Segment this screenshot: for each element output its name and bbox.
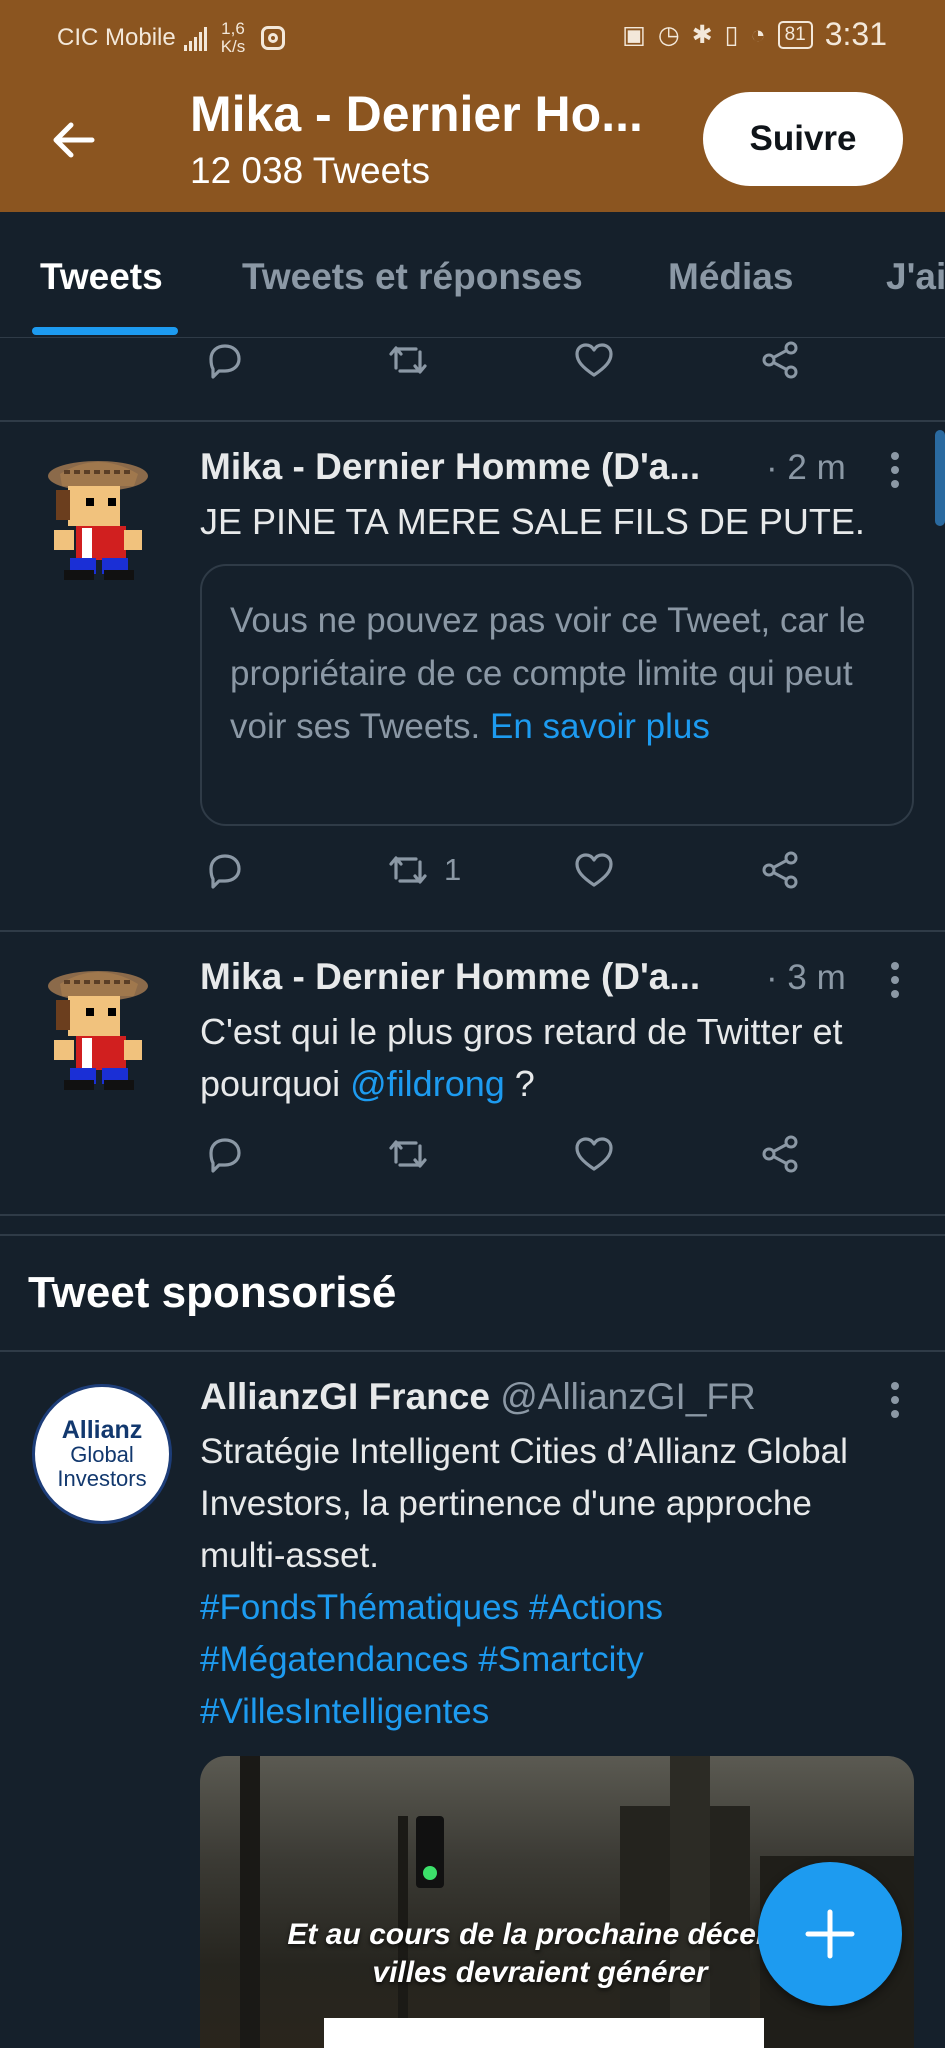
tweet-author[interactable]: Mika - Dernier Homme (D'a... — [200, 956, 740, 998]
retweet-count: 1 — [444, 852, 462, 887]
ad-author[interactable]: AllianzGI France @AllianzGI_FR — [200, 1376, 756, 1418]
share-icon — [762, 341, 798, 379]
share-icon — [762, 851, 798, 889]
share-button[interactable] — [758, 1132, 802, 1176]
speed-gauge-icon: ◔ — [750, 20, 766, 49]
tweet-text-tail: ? — [504, 1063, 535, 1104]
compose-tweet-button[interactable] — [758, 1862, 902, 2006]
retweet-icon — [389, 346, 427, 374]
more-icon[interactable] — [880, 960, 910, 1000]
learn-more-link[interactable]: En savoir plus — [490, 707, 710, 746]
like-icon — [575, 1137, 613, 1171]
instagram-icon — [261, 26, 286, 50]
like-icon — [575, 343, 613, 377]
hashtag-link[interactable]: #Mégatendances — [200, 1640, 469, 1679]
reply-button[interactable] — [203, 338, 247, 382]
tweet-time: · 2 m — [766, 448, 846, 487]
green-light — [423, 1866, 437, 1880]
video-progress-bar — [324, 2018, 764, 2048]
scrollbar[interactable] — [935, 430, 945, 526]
vibrate-icon: ▯ — [724, 20, 739, 49]
tweet-count: 12 038 Tweets — [190, 150, 430, 191]
network-speed: 1,6 K/s — [221, 20, 246, 56]
withheld-quote-card: Vous ne pouvez pas voir ce Tweet, car le… — [200, 564, 914, 826]
hashtag-link[interactable]: #Smartcity — [478, 1640, 643, 1679]
status-bar: CIC Mobile 1,6 K/s ▣ ◷ ✱ ▯ ◔ 81 3:31 — [0, 0, 945, 68]
tweet-author[interactable]: Mika - Dernier Homme (D'a... — [200, 446, 740, 488]
retweet-button[interactable]: 1 — [386, 848, 461, 892]
ad-text-body: Stratégie Intelligent Cities d’Allianz G… — [200, 1432, 848, 1575]
reply-icon — [209, 1138, 241, 1173]
avatar-logo-line: Investors — [57, 1466, 147, 1491]
mention-link[interactable]: @fildrong — [350, 1063, 505, 1104]
network-speed-value: 1,6 — [221, 19, 245, 38]
compose-icon — [805, 1909, 855, 1959]
tweet-actions — [0, 338, 945, 398]
video-caption-line: Et au cours de la prochaine décenn — [287, 1918, 793, 1951]
profile-tabs: Tweets Tweets et réponses Médias J'ai — [0, 212, 945, 338]
background-tower — [670, 1756, 710, 2048]
battery-level: 81 — [777, 20, 813, 49]
ad-author-handle: @AllianzGI_FR — [500, 1376, 756, 1417]
avatar-logo-line: Global — [70, 1442, 134, 1467]
share-icon — [762, 1135, 798, 1173]
carrier-label: CIC Mobile — [57, 24, 176, 51]
tree-trunk — [240, 1756, 260, 2048]
retweet-icon — [389, 1140, 427, 1168]
reply-button[interactable] — [203, 1132, 247, 1176]
like-icon — [575, 853, 613, 887]
divider — [0, 930, 945, 932]
tweet-text: JE PINE TA MERE SALE FILS DE PUTE. — [200, 501, 865, 542]
profile-header: CIC Mobile 1,6 K/s ▣ ◷ ✱ ▯ ◔ 81 3:31 Mik… — [0, 0, 945, 212]
back-arrow-icon[interactable] — [48, 114, 100, 166]
video-caption: Et au cours de la prochaine décenn ville… — [230, 1916, 850, 1992]
reply-button[interactable] — [203, 848, 247, 892]
reply-icon — [209, 854, 241, 889]
more-icon[interactable] — [880, 1380, 910, 1420]
tweet-time: · 3 m — [766, 958, 846, 997]
tab-media[interactable]: Médias — [668, 256, 793, 298]
alarm-icon: ◷ — [657, 20, 680, 49]
hashtag-link[interactable]: #Actions — [529, 1588, 663, 1627]
sponsored-section-title: Tweet sponsorisé — [28, 1268, 397, 1317]
avatar[interactable] — [42, 960, 160, 1092]
ad-text: Stratégie Intelligent Cities d’Allianz G… — [200, 1426, 900, 1738]
avatar[interactable] — [42, 450, 160, 582]
divider — [0, 420, 945, 422]
tab-likes[interactable]: J'ai — [886, 256, 945, 298]
bluetooth-icon: ✱ — [691, 20, 713, 49]
hashtag-link[interactable]: #VillesIntelligentes — [200, 1692, 489, 1731]
signal-icon — [183, 25, 207, 51]
video-caption-line: villes devraient générer — [372, 1956, 708, 1989]
tab-tweets-replies[interactable]: Tweets et réponses — [242, 256, 583, 298]
divider — [0, 1350, 945, 1352]
retweet-button[interactable] — [386, 1132, 430, 1176]
section-separator — [0, 1214, 945, 1236]
tweet-text: C'est qui le plus gros retard de Twitter… — [200, 1006, 920, 1110]
avatar[interactable]: Allianz Global Investors — [32, 1384, 172, 1524]
retweet-button[interactable] — [386, 338, 430, 382]
ad-author-name: AllianzGI France — [200, 1376, 490, 1417]
tab-tweets[interactable]: Tweets — [40, 256, 163, 298]
hashtag-link[interactable]: #FondsThématiques — [200, 1588, 519, 1627]
reply-icon — [209, 344, 241, 379]
nfc-icon: ▣ — [622, 20, 646, 49]
avatar-logo-line: Allianz — [61, 1416, 143, 1444]
active-tab-indicator — [32, 327, 178, 335]
tweet-actions: 1 — [0, 848, 945, 908]
like-button[interactable] — [572, 338, 616, 382]
follow-button[interactable]: Suivre — [703, 92, 903, 186]
share-button[interactable] — [758, 338, 802, 382]
page-title: Mika - Dernier Ho... — [190, 86, 643, 142]
more-icon[interactable] — [880, 450, 910, 490]
network-speed-unit: K/s — [220, 37, 246, 56]
tweet-actions — [0, 1132, 945, 1192]
like-button[interactable] — [572, 848, 616, 892]
like-button[interactable] — [572, 1132, 616, 1176]
clock: 3:31 — [824, 16, 887, 52]
share-button[interactable] — [758, 848, 802, 892]
retweet-icon — [389, 856, 427, 884]
